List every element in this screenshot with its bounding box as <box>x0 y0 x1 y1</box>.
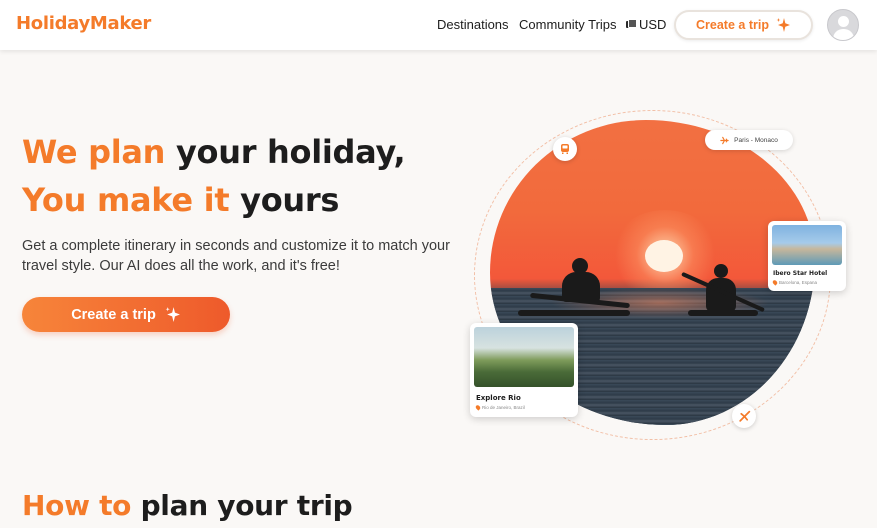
route-label: Paris - Monaco <box>734 136 778 144</box>
train-bubble <box>553 137 577 161</box>
plane-icon <box>720 136 729 144</box>
hero-heading-line-2: You make it yours <box>22 181 339 219</box>
rio-card[interactable]: Explore Rio Rio de Janeiro, Brazil <box>470 323 578 417</box>
brand-logo[interactable]: HolidayMaker <box>16 13 151 34</box>
plane-bubble <box>732 404 756 428</box>
sparkle-icon <box>776 18 790 32</box>
hotel-card-location-label: Barcelona, Espana <box>779 280 818 285</box>
location-pin-icon <box>474 404 482 411</box>
hero-heading-line-1: We plan your holiday, <box>22 133 406 171</box>
location-pin-icon <box>771 279 779 286</box>
header-create-trip-button[interactable]: Create a trip <box>674 10 813 40</box>
hero-heading-accent-1: We plan <box>22 133 166 171</box>
hero-description: Get a complete itinerary in seconds and … <box>22 238 450 274</box>
hero-heading-accent-2: You make it <box>22 181 230 219</box>
hero-create-trip-label: Create a trip <box>71 306 156 323</box>
sparkle-icon <box>165 307 180 322</box>
how-to-heading-rest: plan your trip <box>140 489 353 522</box>
rio-card-location: Rio de Janeiro, Brazil <box>474 404 525 411</box>
hotel-card[interactable]: Ibero Star Hotel Barcelona, Espana <box>768 221 846 291</box>
route-badge: Paris - Monaco <box>705 130 793 150</box>
nav-community-trips[interactable]: Community Trips <box>519 17 617 32</box>
hero-heading-rest-1: your holiday, <box>176 133 406 171</box>
nav-destinations[interactable]: Destinations <box>437 17 509 32</box>
top-header: HolidayMaker Destinations Community Trip… <box>0 0 877 50</box>
plane-icon <box>738 410 750 422</box>
hotel-card-image <box>772 225 842 265</box>
hero-create-trip-button[interactable]: Create a trip <box>22 297 230 332</box>
user-avatar-icon[interactable] <box>827 9 859 41</box>
header-create-trip-label: Create a trip <box>696 18 769 32</box>
train-icon <box>561 144 569 154</box>
rio-card-location-label: Rio de Janeiro, Brazil <box>482 405 525 410</box>
hero-heading-rest-2: yours <box>240 181 340 219</box>
currency-selector[interactable]: USD <box>626 17 666 32</box>
how-to-heading: How to plan your trip <box>22 489 353 522</box>
how-to-heading-accent: How to <box>22 489 132 522</box>
rio-card-title: Explore Rio <box>476 394 521 402</box>
currency-label: USD <box>639 17 667 32</box>
rio-card-image <box>474 327 574 387</box>
currency-icon <box>626 19 637 29</box>
hotel-card-title: Ibero Star Hotel <box>773 270 828 277</box>
hotel-card-location: Barcelona, Espana <box>771 279 818 286</box>
